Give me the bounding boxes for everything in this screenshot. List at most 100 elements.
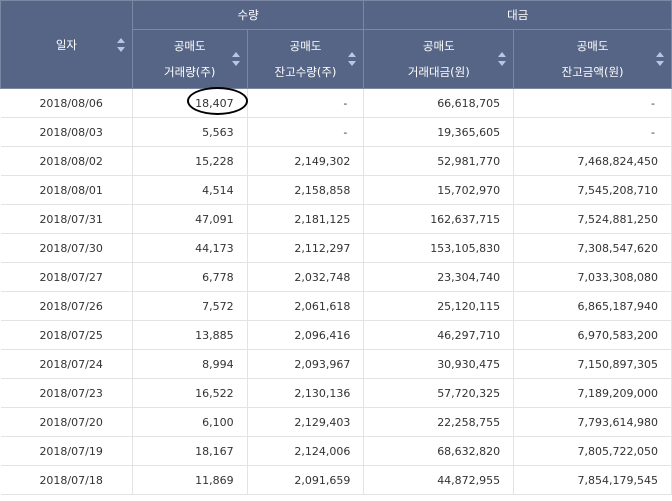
date-cell: 2018/08/03 (0, 117, 133, 147)
balance-qty-cell: - (247, 88, 365, 118)
column-header-line1: 공매도 (422, 39, 455, 53)
balance-qty-cell: 2,158,858 (247, 175, 365, 205)
balance-qty-cell: 2,091,659 (247, 465, 365, 495)
short-selling-table-view: 일자 수량 대금 공매도 거래량(주) 공매도 잔고수량(주) 공매도 거래대금… (0, 0, 672, 501)
date-cell: 2018/07/23 (0, 378, 133, 408)
balance-qty-cell: 2,149,302 (247, 146, 365, 176)
short-volume-cell: 6,778 (132, 262, 248, 292)
date-cell: 2018/07/20 (0, 407, 133, 437)
table-row[interactable]: 2018/08/06 18,407-66,618,705- (0, 88, 672, 118)
trade-amount-cell: 153,105,830 (363, 233, 515, 263)
column-header-line1: 공매도 (173, 39, 206, 53)
group-header-amount-label: 대금 (507, 8, 529, 22)
table-row[interactable]: 2018/07/31 47,091 2,181,125 162,637,715 7,52… (0, 204, 672, 234)
date-cell: 2018/07/19 (0, 436, 133, 466)
balance-amount-cell: 7,545,208,710 (513, 175, 672, 205)
date-cell: 2018/08/06 (0, 88, 133, 118)
date-cell: 2018/07/18 (0, 465, 133, 495)
trade-amount-cell: 46,297,710 (363, 320, 515, 350)
table-row[interactable]: 2018/07/27 6,778 2,032,748 23,304,740 7,033,… (0, 262, 672, 292)
short-volume-cell: 7,572 (132, 291, 248, 321)
balance-qty-cell: - (247, 117, 365, 147)
column-header-short-volume[interactable]: 공매도 거래량(주) (131, 29, 248, 89)
balance-amount-cell: - (513, 117, 672, 147)
balance-qty-cell: 2,181,125 (247, 204, 365, 234)
balance-amount-cell: 7,468,824,450 (513, 146, 672, 176)
table-row[interactable]: 2018/07/25 13,885 2,096,416 46,297,710 6,970… (0, 320, 672, 350)
date-cell: 2018/07/27 (0, 262, 133, 292)
sort-icon[interactable] (498, 51, 507, 67)
table-row[interactable]: 2018/08/03 5,563-19,365,605- (0, 117, 672, 147)
trade-amount-cell: 30,930,475 (363, 349, 515, 379)
column-header-line2: 거래량(주) (164, 65, 216, 79)
date-cell: 2018/07/24 (0, 349, 133, 379)
trade-amount-cell: 57,720,325 (363, 378, 515, 408)
trade-amount-cell: 22,258,755 (363, 407, 515, 437)
balance-amount-cell: 7,854,179,545 (513, 465, 672, 495)
table-row[interactable]: 2018/07/24 8,994 2,093,967 30,930,475 7,150,… (0, 349, 672, 379)
date-cell: 2018/07/25 (0, 320, 133, 350)
date-cell: 2018/08/01 (0, 175, 133, 205)
short-volume-cell: 44,173 (132, 233, 248, 263)
column-header-line2: 거래대금(원) (407, 65, 470, 79)
balance-amount-cell: 7,033,308,080 (513, 262, 672, 292)
trade-amount-cell: 66,618,705 (363, 88, 515, 118)
trade-amount-cell: 68,632,820 (363, 436, 515, 466)
balance-qty-cell: 2,124,006 (247, 436, 365, 466)
balance-qty-cell: 2,096,416 (247, 320, 365, 350)
balance-qty-cell: 2,093,967 (247, 349, 365, 379)
sort-icon[interactable] (656, 51, 664, 67)
balance-amount-cell: 7,150,897,305 (513, 349, 672, 379)
table-row[interactable]: 2018/07/18 11,869 2,091,659 44,872,955 7,854… (0, 465, 672, 495)
short-volume-cell: 16,522 (132, 378, 248, 408)
short-volume-cell: 13,885 (132, 320, 248, 350)
balance-amount-cell: 7,793,614,980 (513, 407, 672, 437)
balance-amount-cell: 7,524,881,250 (513, 204, 672, 234)
table-row[interactable]: 2018/07/20 6,100 2,129,403 22,258,755 7,793,… (0, 407, 672, 437)
balance-qty-cell: 2,112,297 (247, 233, 365, 263)
column-header-date-label: 일자 (55, 37, 77, 52)
date-cell: 2018/07/31 (0, 204, 133, 234)
table-row[interactable]: 2018/08/01 4,514 2,158,858 15,702,970 7,545,… (0, 175, 672, 205)
table-row[interactable]: 2018/07/19 18,167 2,124,006 68,632,820 7,805… (0, 436, 672, 466)
balance-amount-cell: 7,805,722,050 (513, 436, 672, 466)
short-volume-cell: 6,100 (132, 407, 248, 437)
date-cell: 2018/08/02 (0, 146, 133, 176)
table-row[interactable]: 2018/07/30 44,173 2,112,297 153,105,830 7,30… (0, 233, 672, 263)
column-header-balance-amount[interactable]: 공매도 잔고금액(원) (513, 29, 672, 89)
balance-amount-cell: - (513, 88, 672, 118)
column-header-trade-amount[interactable]: 공매도 거래대금(원) (363, 29, 515, 89)
short-volume-cell: 15,228 (132, 146, 248, 176)
balance-qty-cell: 2,061,618 (247, 291, 365, 321)
trade-amount-cell: 25,120,115 (363, 291, 515, 321)
table-row[interactable]: 2018/07/23 16,522 2,130,136 57,720,325 7,189… (0, 378, 672, 408)
short-volume-cell: 47,091 (132, 204, 248, 234)
date-cell: 2018/07/26 (0, 291, 133, 321)
group-header-amount: 대금 (363, 0, 672, 30)
trade-amount-cell: 44,872,955 (363, 465, 515, 495)
group-header-volume: 수량 (131, 0, 365, 30)
sort-icon[interactable] (231, 51, 240, 67)
short-volume-cell: 11,869 (132, 465, 248, 495)
table-row[interactable]: 2018/07/26 7,572 2,061,618 25,120,115 6,865,… (0, 291, 672, 321)
short-selling-table: 일자 수량 대금 공매도 거래량(주) 공매도 잔고수량(주) 공매도 거래대금… (0, 0, 672, 495)
sort-icon[interactable] (348, 51, 357, 67)
short-volume-cell: 4,514 (132, 175, 248, 205)
column-header-balance-qty[interactable]: 공매도 잔고수량(주) (246, 29, 365, 89)
column-header-line2: 잔고수량(주) (274, 65, 337, 79)
column-header-line1: 공매도 (289, 39, 322, 53)
sort-icon[interactable] (116, 37, 125, 53)
short-volume-cell: 18,407 (132, 88, 248, 118)
balance-amount-cell: 6,865,187,940 (513, 291, 672, 321)
balance-qty-cell: 2,130,136 (247, 378, 365, 408)
trade-amount-cell: 52,981,770 (363, 146, 515, 176)
balance-amount-cell: 7,308,547,620 (513, 233, 672, 263)
table-row[interactable]: 2018/08/02 15,228 2,149,302 52,981,770 7,468… (0, 146, 672, 176)
group-header-volume-label: 수량 (237, 8, 259, 22)
trade-amount-cell: 23,304,740 (363, 262, 515, 292)
trade-amount-cell: 15,702,970 (363, 175, 515, 205)
short-volume-cell: 5,563 (132, 117, 248, 147)
column-header-date[interactable]: 일자 (0, 0, 133, 89)
trade-amount-cell: 162,637,715 (363, 204, 515, 234)
balance-qty-cell: 2,129,403 (247, 407, 365, 437)
